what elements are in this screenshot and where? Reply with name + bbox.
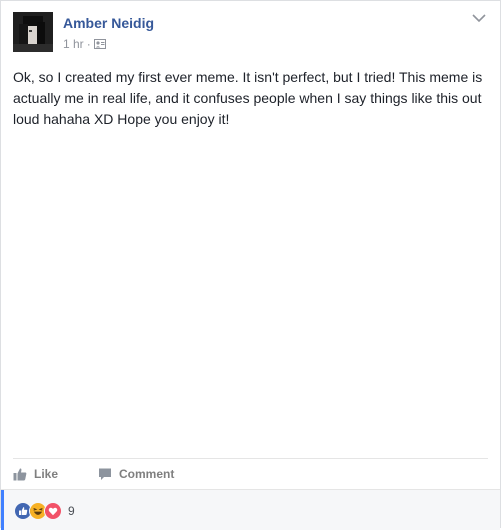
reaction-count[interactable]: 9: [68, 504, 75, 518]
focus-accent-bar: [1, 490, 4, 530]
chevron-down-icon[interactable]: [472, 13, 486, 23]
author-name[interactable]: Amber Neidig: [63, 15, 154, 31]
avatar[interactable]: [13, 12, 53, 52]
post-timestamp[interactable]: 1 hr: [63, 37, 84, 51]
post-meta: 1 hr ·: [63, 37, 106, 51]
like-button[interactable]: Like: [13, 461, 58, 487]
post-card: Amber Neidig 1 hr · Ok, so I created my …: [0, 0, 501, 530]
comment-icon: [99, 468, 112, 480]
comment-button[interactable]: Comment: [98, 461, 174, 487]
comment-label: Comment: [119, 467, 175, 481]
action-bar: Like Comment: [13, 461, 174, 487]
meta-separator: ·: [86, 37, 91, 51]
like-label: Like: [34, 467, 59, 481]
post-body-text: Ok, so I created my first ever meme. It …: [13, 69, 483, 127]
profile-photo: [13, 12, 53, 52]
reactions-footer: 9: [1, 489, 500, 530]
love-reaction-icon: [44, 502, 62, 520]
reactions-summary[interactable]: 9: [14, 502, 75, 520]
divider: [13, 458, 488, 459]
audience-friends-icon[interactable]: [93, 38, 106, 50]
thumbs-up-icon: [13, 468, 27, 481]
